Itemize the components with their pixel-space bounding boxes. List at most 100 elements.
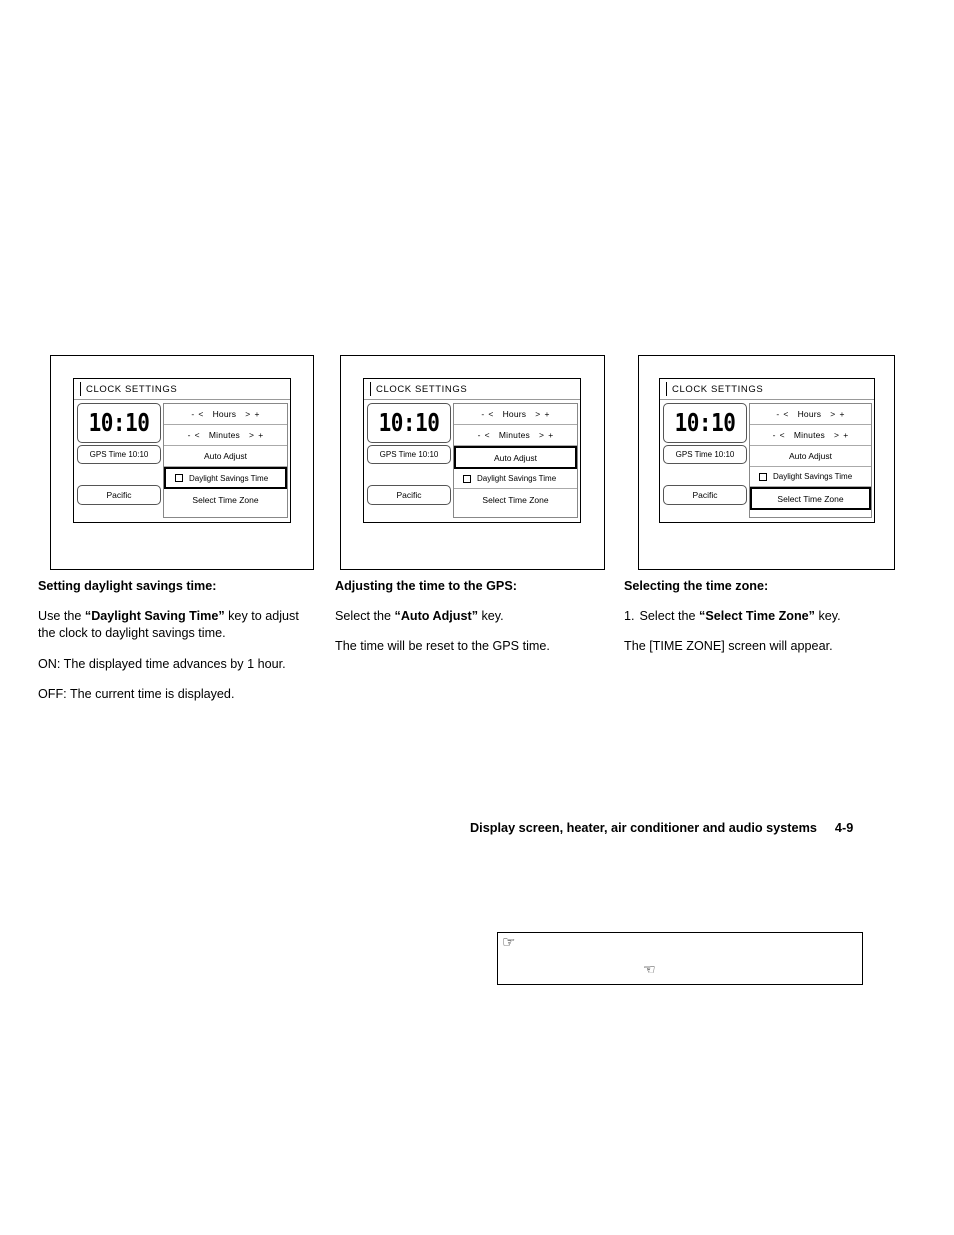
section-heading: Selecting the time zone: [624, 579, 769, 593]
left-column-spacer [663, 466, 747, 483]
daylight-savings-checkbox[interactable] [175, 474, 183, 482]
screen-right-column: - < Hours > + - < Minutes > + Auto Adjus… [453, 403, 578, 518]
select-time-zone-label: Select Time Zone [192, 494, 259, 505]
auto-adjust-key[interactable]: Auto Adjust [750, 446, 871, 467]
gps-time-value: GPS Time 10:10 [675, 450, 735, 459]
hours-next-icon[interactable]: > [535, 409, 540, 419]
minutes-label: Minutes [793, 430, 826, 440]
section-selecting-time-zone: Selecting the time zone: 1. Select the “S… [624, 578, 906, 656]
hours-label: Hours [797, 409, 822, 419]
clock-display: 10:10 [367, 403, 451, 443]
timezone-value: Pacific [106, 490, 132, 500]
screen-body: 10:10 GPS Time 10:10 Pacific - < Hours >… [660, 400, 874, 522]
figure-select-time-zone: CLOCK SETTINGS 10:10 GPS Time 10:10 Paci… [638, 355, 895, 570]
gps-time-display: GPS Time 10:10 [367, 445, 451, 464]
screen-body: 10:10 GPS Time 10:10 Pacific - < Hours >… [364, 400, 580, 522]
hours-adjust-key[interactable]: - < Hours > + [750, 404, 871, 425]
minutes-label: Minutes [498, 430, 531, 440]
select-time-zone-key[interactable]: Select Time Zone [454, 489, 577, 510]
clock-time-value: 10:10 [378, 408, 440, 437]
select-time-zone-key[interactable]: Select Time Zone [164, 489, 287, 510]
hours-next-icon[interactable]: > [830, 409, 835, 419]
gps-time-value: GPS Time 10:10 [379, 450, 439, 459]
daylight-savings-label: Daylight Savings Time [773, 472, 853, 481]
pointing-hand-left-icon: ☜ [643, 961, 656, 977]
daylight-savings-time-key[interactable]: Daylight Savings Time [454, 469, 577, 489]
clock-display: 10:10 [663, 403, 747, 443]
minutes-plus-icon[interactable]: + [843, 430, 848, 440]
minutes-minus-icon[interactable]: - [773, 430, 776, 440]
hours-plus-icon[interactable]: + [839, 409, 844, 419]
screen-body: 10:10 GPS Time 10:10 Pacific - < Hours >… [74, 400, 290, 522]
minutes-minus-icon[interactable]: - [188, 430, 191, 440]
minutes-plus-icon[interactable]: + [258, 430, 263, 440]
minutes-next-icon[interactable]: > [249, 430, 254, 440]
hours-adjust-key[interactable]: - < Hours > + [164, 404, 287, 425]
minutes-adjust-row: - < Minutes > + [773, 430, 849, 440]
daylight-savings-time-key[interactable]: Daylight Savings Time [750, 467, 871, 487]
hours-prev-icon[interactable]: < [783, 409, 788, 419]
select-time-zone-key-name: “Select Time Zone” [699, 609, 815, 623]
footer: Display screen, heater, air conditioner … [470, 821, 853, 835]
hours-minus-icon[interactable]: - [191, 409, 194, 419]
minutes-plus-icon[interactable]: + [548, 430, 553, 440]
auto-adjust-label: Auto Adjust [493, 452, 537, 463]
time-zone-screen-description: The [TIME ZONE] screen will appear. [624, 639, 833, 654]
gps-time-value: GPS Time 10:10 [89, 450, 149, 459]
hours-next-icon[interactable]: > [245, 409, 250, 419]
minutes-next-icon[interactable]: > [834, 430, 839, 440]
clock-display: 10:10 [77, 403, 161, 443]
hours-plus-icon[interactable]: + [544, 409, 549, 419]
minutes-minus-icon[interactable]: - [478, 430, 481, 440]
hours-minus-icon[interactable]: - [481, 409, 484, 419]
select-time-zone-key[interactable]: Select Time Zone [750, 487, 871, 510]
page-number: 4-9 [834, 821, 854, 835]
step-number: 1. [624, 609, 635, 623]
daylight-savings-checkbox[interactable] [463, 474, 471, 483]
section-setting-daylight-savings-time: Setting daylight savings time: Use the “… [38, 578, 316, 704]
gps-reset-description: The time will be reset to the GPS time. [335, 639, 550, 654]
paragraph-text-start: Select the [335, 609, 395, 623]
paragraph-text-end: key. [478, 609, 504, 623]
hours-adjust-row: - < Hours > + [776, 409, 844, 419]
title-bar-tick [367, 382, 371, 396]
minutes-adjust-key[interactable]: - < Minutes > + [750, 425, 871, 446]
minutes-adjust-key[interactable]: - < Minutes > + [454, 425, 577, 446]
auto-adjust-key[interactable]: Auto Adjust [454, 446, 577, 469]
auto-adjust-key-name: “Auto Adjust” [394, 609, 478, 623]
select-time-zone-label: Select Time Zone [777, 493, 844, 504]
minutes-label: Minutes [208, 430, 241, 440]
screen-left-column: 10:10 GPS Time 10:10 Pacific [663, 403, 747, 518]
minutes-next-icon[interactable]: > [539, 430, 544, 440]
title-bar-tick [663, 382, 667, 396]
bottom-note-box: ☞ ☜ [497, 932, 863, 985]
off-description: OFF: The current time is displayed. [38, 687, 235, 702]
minutes-prev-icon[interactable]: < [195, 430, 200, 440]
gps-time-display: GPS Time 10:10 [77, 445, 161, 464]
daylight-savings-time-key[interactable]: Daylight Savings Time [164, 467, 287, 489]
hours-plus-icon[interactable]: + [254, 409, 259, 419]
hours-label: Hours [502, 409, 527, 419]
screen-title-bar: CLOCK SETTINGS [660, 379, 874, 400]
screen-title-bar: CLOCK SETTINGS [74, 379, 290, 400]
gps-time-display: GPS Time 10:10 [663, 445, 747, 464]
auto-adjust-key[interactable]: Auto Adjust [164, 446, 287, 467]
minutes-prev-icon[interactable]: < [780, 430, 785, 440]
hours-prev-icon[interactable]: < [198, 409, 203, 419]
title-bar-tick [77, 382, 81, 396]
auto-adjust-label: Auto Adjust [203, 451, 247, 461]
auto-adjust-label: Auto Adjust [788, 451, 832, 461]
screen-title-text: CLOCK SETTINGS [376, 383, 468, 395]
hours-prev-icon[interactable]: < [488, 409, 493, 419]
clock-settings-screen: CLOCK SETTINGS 10:10 GPS Time 10:10 Paci… [73, 378, 291, 523]
hours-minus-icon[interactable]: - [776, 409, 779, 419]
clock-time-value: 10:10 [674, 408, 736, 437]
daylight-savings-checkbox[interactable] [759, 472, 767, 481]
minutes-adjust-key[interactable]: - < Minutes > + [164, 425, 287, 446]
section-step-1: 1. Select the “Select Time Zone” key. [624, 608, 906, 625]
screen-title-text: CLOCK SETTINGS [672, 383, 764, 395]
screen-title-text: CLOCK SETTINGS [86, 383, 178, 395]
minutes-prev-icon[interactable]: < [485, 430, 490, 440]
hours-adjust-key[interactable]: - < Hours > + [454, 404, 577, 425]
timezone-display: Pacific [77, 485, 161, 505]
